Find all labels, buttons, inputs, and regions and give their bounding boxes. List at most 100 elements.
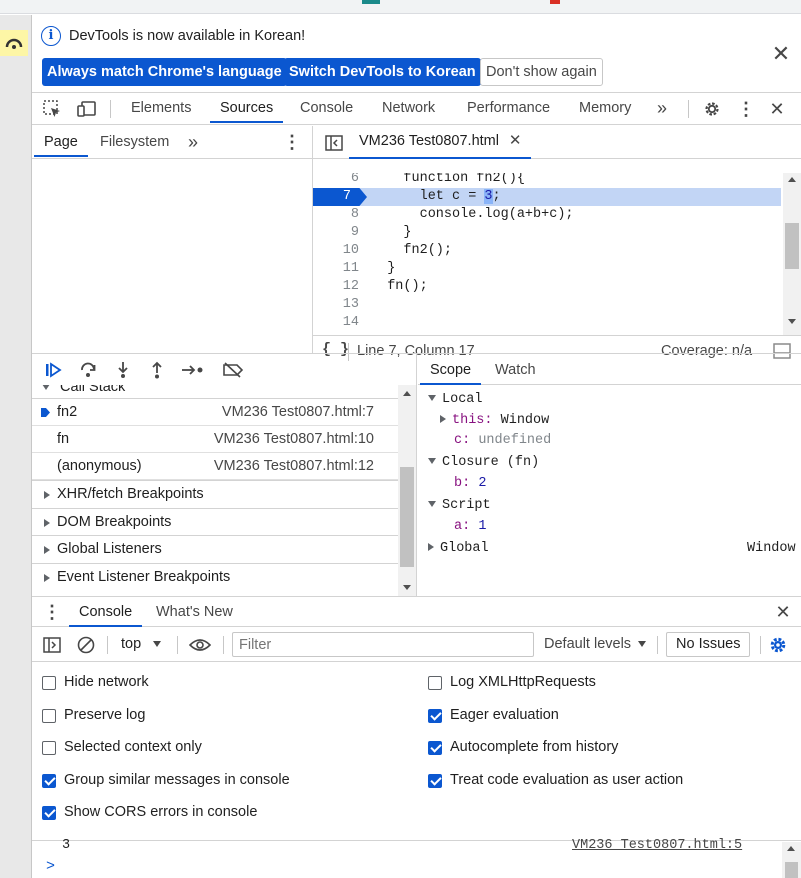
checkbox[interactable]	[428, 741, 442, 755]
file-tab[interactable]: VM236 Test0807.html ✕	[349, 126, 532, 159]
callstack-frame[interactable]: fn VM236 Test0807.html:10	[32, 426, 398, 453]
inspect-element-icon[interactable]	[41, 98, 63, 120]
checkbox[interactable]	[428, 676, 442, 690]
scope-closure[interactable]: Closure (fn)	[428, 455, 539, 470]
scope-script[interactable]: Script	[428, 498, 491, 513]
callstack-frame[interactable]: (anonymous) VM236 Test0807.html:12	[32, 453, 398, 480]
scroll-thumb[interactable]	[785, 862, 798, 878]
line-number[interactable]: 14	[313, 314, 359, 332]
tab-page[interactable]: Page	[34, 127, 88, 157]
scroll-down-icon[interactable]	[403, 585, 411, 590]
line-number[interactable]: 8	[313, 206, 359, 224]
console-settings-gear-icon[interactable]	[766, 633, 790, 657]
console-setting-option[interactable]: Treat code evaluation as user action	[428, 772, 768, 792]
scope-this[interactable]: this: Window	[440, 413, 549, 428]
scope-global[interactable]: Global	[428, 541, 489, 556]
tab-filesystem[interactable]: Filesystem	[100, 127, 169, 157]
checkbox[interactable]	[42, 806, 56, 820]
tab-sources[interactable]: Sources	[209, 93, 284, 123]
more-navigator-tabs-icon[interactable]: »	[182, 131, 204, 153]
settings-gear-icon[interactable]	[700, 97, 724, 121]
drawer-tab-console[interactable]: Console	[68, 597, 143, 627]
scope-local[interactable]: Local	[428, 392, 483, 407]
console-setting-option[interactable]: Group similar messages in console	[42, 772, 382, 792]
clear-console-icon[interactable]	[75, 634, 97, 656]
line-number[interactable]: 11	[313, 260, 359, 278]
breakpoint-section[interactable]: DOM Breakpoints	[32, 507, 398, 535]
console-setting-option[interactable]: Hide network	[42, 674, 382, 694]
callstack-frame[interactable]: fn2 VM236 Test0807.html:7	[32, 399, 398, 426]
checkbox[interactable]	[42, 676, 56, 690]
drawer-menu-icon[interactable]: ⋮	[43, 600, 61, 624]
callstack-header[interactable]: Call Stack	[42, 385, 125, 397]
code-line[interactable]: 9 }	[313, 224, 781, 242]
device-toolbar-icon[interactable]	[76, 98, 98, 120]
checkbox[interactable]	[42, 773, 56, 788]
customize-menu-icon[interactable]: ⋮	[736, 97, 756, 121]
scroll-up-icon[interactable]	[787, 846, 795, 851]
tab-network[interactable]: Network	[382, 93, 435, 123]
line-number[interactable]: 13	[313, 296, 359, 314]
console-setting-option[interactable]: Show CORS errors in console	[42, 804, 382, 824]
dont-show-again-button[interactable]: Don't show again	[480, 58, 603, 86]
console-prompt[interactable]: >	[46, 858, 55, 875]
close-devtools-icon[interactable]: ✕	[766, 97, 788, 121]
tab-performance[interactable]: Performance	[467, 93, 550, 123]
console-filter-input[interactable]	[232, 632, 534, 657]
tab-elements[interactable]: Elements	[131, 93, 191, 123]
step-icon[interactable]	[180, 360, 206, 380]
line-number[interactable]: 10	[313, 242, 359, 260]
debugger-scrollbar[interactable]	[398, 385, 416, 596]
step-into-icon[interactable]	[112, 360, 134, 380]
console-setting-option[interactable]: Log XMLHttpRequests	[428, 674, 768, 694]
log-levels-dropdown[interactable]: Default levels	[544, 636, 647, 652]
step-over-icon[interactable]	[77, 360, 99, 380]
console-setting-option[interactable]: Preserve log	[42, 707, 382, 727]
console-log-source[interactable]: VM236 Test0807.html:5	[572, 838, 742, 853]
checkbox[interactable]	[42, 741, 56, 755]
breakpoint-section[interactable]: Global Listeners	[32, 535, 398, 562]
switch-korean-button[interactable]: Switch DevTools to Korean	[284, 58, 481, 86]
breakpoint-section[interactable]: XHR/fetch Breakpoints	[32, 480, 398, 507]
close-drawer-icon[interactable]: ✕	[771, 600, 795, 624]
scroll-thumb[interactable]	[400, 467, 414, 567]
code-line[interactable]: 12 fn();	[313, 278, 781, 296]
resume-icon[interactable]	[42, 360, 64, 380]
close-file-tab-icon[interactable]: ✕	[509, 132, 522, 149]
context-selector[interactable]: top	[121, 636, 162, 652]
code-line[interactable]: 11 }	[313, 260, 781, 278]
tab-console[interactable]: Console	[300, 93, 353, 123]
editor-scrollbar[interactable]	[783, 173, 801, 335]
breakpoint-section[interactable]: Event Listener Breakpoints	[32, 562, 398, 590]
match-language-button[interactable]: Always match Chrome's language	[42, 58, 287, 86]
code-line[interactable]: 14	[313, 314, 781, 332]
scroll-up-icon[interactable]	[403, 391, 411, 396]
console-scrollbar[interactable]	[782, 842, 801, 878]
checkbox[interactable]	[42, 708, 56, 723]
console-setting-option[interactable]: Selected context only	[42, 739, 382, 759]
line-number[interactable]: 9	[313, 224, 359, 242]
code-line[interactable]: 8 console.log(a+b+c);	[313, 206, 781, 224]
deactivate-breakpoints-icon[interactable]	[220, 360, 246, 380]
issues-button[interactable]: No Issues	[666, 632, 751, 657]
checkbox[interactable]	[428, 708, 442, 723]
code-line[interactable]: 7 let c = 3;	[313, 188, 781, 206]
close-infobar-icon[interactable]: ✕	[769, 41, 793, 66]
tab-memory[interactable]: Memory	[579, 93, 631, 123]
checkbox[interactable]	[428, 773, 442, 788]
step-out-icon[interactable]	[146, 360, 168, 380]
console-setting-option[interactable]: Autocomplete from history	[428, 739, 768, 759]
execution-line-marker[interactable]: 7	[313, 188, 367, 206]
navigator-menu-icon[interactable]: ⋮	[282, 131, 302, 153]
line-number[interactable]: 6	[313, 173, 359, 188]
line-number[interactable]: 12	[313, 278, 359, 296]
more-tabs-icon[interactable]: »	[651, 96, 673, 120]
drawer-tab-whatsnew[interactable]: What's New	[156, 597, 233, 627]
scroll-thumb[interactable]	[785, 223, 799, 269]
code-line[interactable]: 10 fn2();	[313, 242, 781, 260]
console-setting-option[interactable]: Eager evaluation	[428, 707, 768, 727]
tab-scope[interactable]: Scope	[419, 355, 482, 385]
toggle-navigator-icon[interactable]	[323, 132, 345, 154]
scroll-down-icon[interactable]	[788, 319, 796, 324]
tab-watch[interactable]: Watch	[495, 355, 536, 385]
